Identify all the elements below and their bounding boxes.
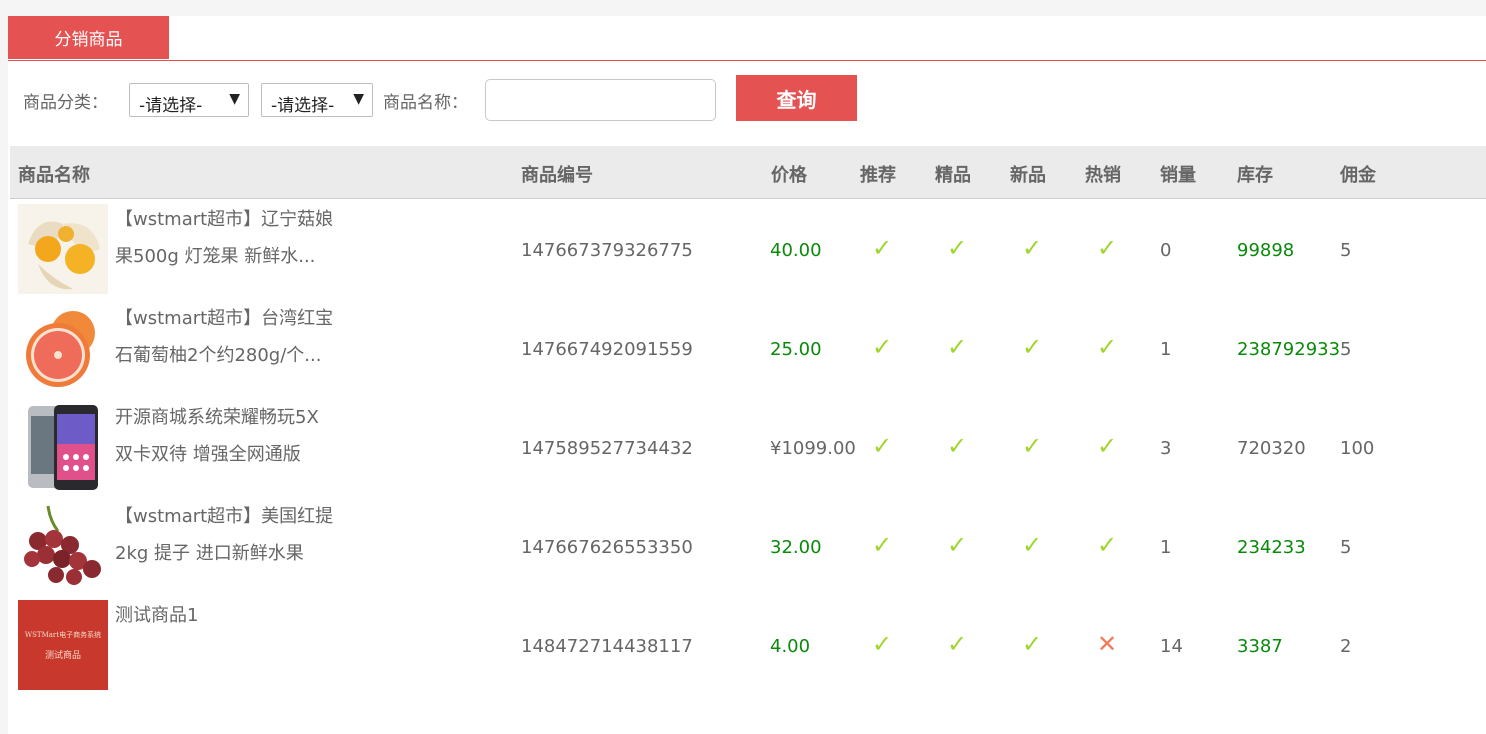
product-sales: 1 [1160, 537, 1172, 558]
product-code: 147667492091559 [521, 339, 693, 360]
product-stock[interactable]: 99898 [1237, 240, 1294, 261]
product-sales: 0 [1160, 240, 1172, 261]
distribution-goods-panel: 分销商品 商品分类： -请选择- ▼ -请选择- ▼ 商品名称： 查询 商品名称… [8, 16, 1486, 734]
product-price: 40.00 [770, 240, 822, 261]
check-icon: ✓ [872, 531, 893, 559]
goods-name-label: 商品名称： [383, 93, 468, 113]
check-icon: ✓ [872, 234, 893, 262]
product-thumbnail[interactable] [18, 402, 108, 492]
col-price: 价格 [771, 165, 807, 186]
check-icon: ✓ [1022, 531, 1043, 559]
table-header: 商品名称 商品编号 价格 推荐 精品 新品 热销 销量 库存 佣金 [10, 146, 1486, 199]
category-label: 商品分类： [23, 93, 108, 113]
query-button[interactable]: 查询 [736, 75, 857, 121]
check-icon: ✓ [1022, 333, 1043, 361]
product-code: 147667379326775 [521, 240, 693, 261]
check-icon: ✓ [947, 630, 968, 658]
category-select-2[interactable]: -请选择- ▼ [261, 83, 373, 117]
product-name-line2: 2kg 提子 进口新鲜水果 [115, 543, 304, 564]
thumbnail-text-line2: 测试商品 [44, 651, 81, 661]
product-sales: 14 [1160, 636, 1183, 657]
table-row[interactable]: 【wstmart超市】台湾红宝 石葡萄柚2个约280g/个... 1476674… [10, 299, 1486, 398]
product-commission: 5 [1340, 240, 1352, 261]
check-icon: ✓ [1097, 234, 1118, 262]
product-stock[interactable]: 3387 [1237, 636, 1283, 657]
category-select-1[interactable]: -请选择- ▼ [129, 83, 249, 117]
table-row[interactable]: 【wstmart超市】辽宁菇娘 果500g 灯笼果 新鲜水... 1476673… [10, 200, 1486, 299]
product-name-line1: 【wstmart超市】台湾红宝 [115, 308, 334, 329]
col-hot: 热销 [1085, 165, 1121, 186]
product-code: 148472714438117 [521, 636, 693, 657]
col-recommend: 推荐 [860, 165, 896, 186]
category-select-2-value: -请选择- [271, 96, 335, 116]
check-icon: ✓ [947, 333, 968, 361]
col-code: 商品编号 [521, 165, 593, 186]
product-commission: 2 [1340, 636, 1352, 657]
product-name-line1: 测试商品1 [115, 605, 199, 626]
col-commission: 佣金 [1340, 165, 1376, 186]
check-icon: ✓ [1022, 234, 1043, 262]
product-sales: 1 [1160, 339, 1172, 360]
product-name-line1: 【wstmart超市】美国红提 [115, 506, 334, 527]
product-price: 4.00 [770, 636, 811, 657]
product-thumbnail[interactable] [18, 501, 108, 591]
product-sales: 3 [1160, 438, 1172, 459]
check-icon: ✓ [872, 630, 893, 658]
check-icon: ✓ [1022, 432, 1043, 460]
product-commission: 5 [1340, 339, 1352, 360]
product-code: 147667626553350 [521, 537, 693, 558]
check-icon: ✓ [947, 234, 968, 262]
check-icon: ✓ [1022, 630, 1043, 658]
product-thumbnail[interactable] [18, 204, 108, 294]
category-select-1-value: -请选择- [139, 96, 203, 116]
product-commission: 5 [1340, 537, 1352, 558]
thumbnail-text-line1: WSTMart电子商务系统 [24, 631, 102, 639]
goods-name-input[interactable] [485, 79, 716, 121]
table-row[interactable]: WSTMart电子商务系统 测试商品 测试商品1 148472714438117… [10, 596, 1486, 695]
table-row[interactable]: 【wstmart超市】美国红提 2kg 提子 进口新鲜水果 1476676265… [10, 497, 1486, 596]
product-name-line1: 开源商城系统荣耀畅玩5X [115, 407, 319, 428]
check-icon: ✓ [872, 432, 893, 460]
tab-bar: 分销商品 [8, 16, 1486, 61]
product-name-line2: 石葡萄柚2个约280g/个... [115, 345, 322, 366]
product-price: 32.00 [770, 537, 822, 558]
product-thumbnail[interactable]: WSTMart电子商务系统 测试商品 [18, 600, 108, 690]
product-stock[interactable]: 234233 [1237, 537, 1306, 558]
col-new: 新品 [1010, 165, 1046, 186]
product-stock: 720320 [1237, 438, 1306, 459]
cross-icon: ✕ [1097, 630, 1118, 658]
tab-distribution-goods[interactable]: 分销商品 [8, 16, 169, 59]
check-icon: ✓ [1097, 333, 1118, 361]
product-price: 25.00 [770, 339, 822, 360]
table-row[interactable]: 开源商城系统荣耀畅玩5X 双卡双待 增强全网通版 147589527734432… [10, 398, 1486, 497]
product-stock[interactable]: 238792933 [1237, 339, 1340, 360]
chevron-down-icon: ▼ [229, 91, 240, 107]
check-icon: ✓ [1097, 432, 1118, 460]
filter-bar: 商品分类： -请选择- ▼ -请选择- ▼ 商品名称： 查询 [8, 74, 1486, 124]
chevron-down-icon: ▼ [353, 91, 364, 107]
check-icon: ✓ [872, 333, 893, 361]
product-price: ¥1099.00 [770, 438, 856, 459]
product-commission: 100 [1340, 438, 1375, 459]
col-stock: 库存 [1237, 165, 1273, 186]
product-name-line2: 双卡双待 增强全网通版 [115, 444, 301, 465]
product-name-line1: 【wstmart超市】辽宁菇娘 [115, 209, 334, 230]
col-best: 精品 [935, 165, 971, 186]
check-icon: ✓ [1097, 531, 1118, 559]
check-icon: ✓ [947, 531, 968, 559]
product-code: 147589527734432 [521, 438, 693, 459]
col-name: 商品名称 [18, 165, 90, 186]
product-name-line2: 果500g 灯笼果 新鲜水... [115, 246, 316, 267]
product-thumbnail[interactable] [18, 303, 108, 393]
col-sales: 销量 [1160, 165, 1196, 186]
check-icon: ✓ [947, 432, 968, 460]
